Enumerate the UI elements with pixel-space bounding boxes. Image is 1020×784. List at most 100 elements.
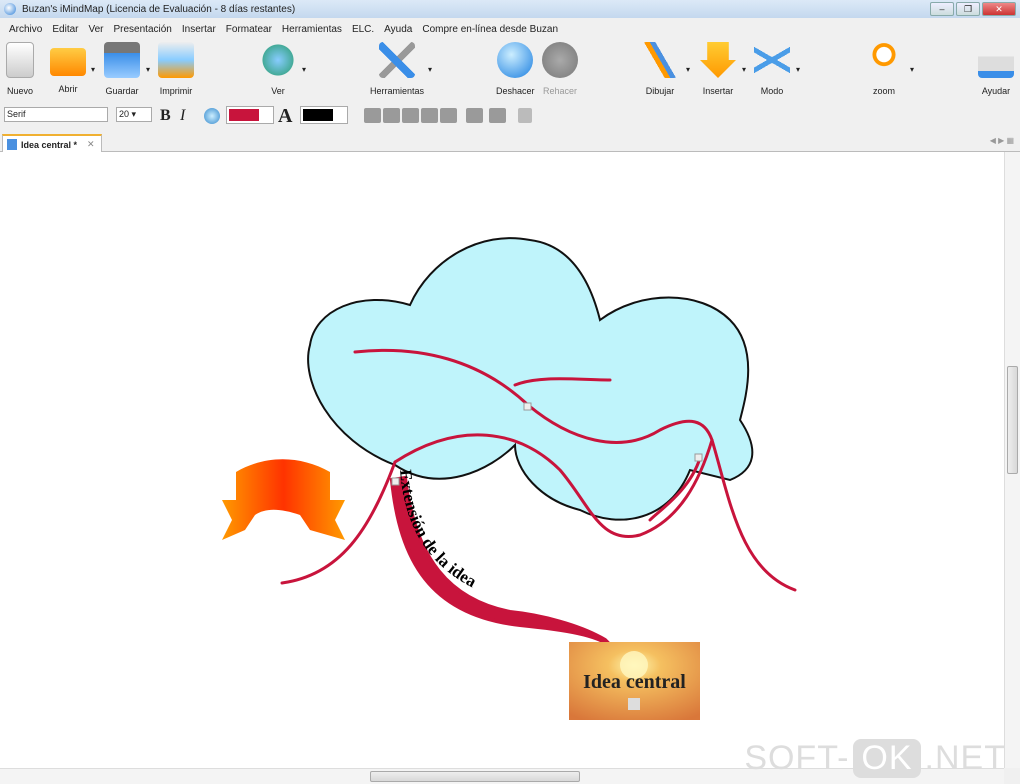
menu-archivo[interactable]: Archivo xyxy=(4,24,47,35)
close-button[interactable]: ✕ xyxy=(982,2,1016,16)
menu-formatear[interactable]: Formatear xyxy=(221,24,277,35)
menu-herramientas[interactable]: Herramientas xyxy=(277,24,347,35)
open-dropdown[interactable]: ▾ xyxy=(91,65,95,74)
tools-label: Herramientas xyxy=(370,86,425,96)
tab-nav-icons[interactable]: ◀ ▶ ▦ xyxy=(990,136,1014,145)
print-button[interactable]: Imprimir xyxy=(158,42,194,96)
menu-bar: Archivo Editar Ver Presentación Insertar… xyxy=(0,20,563,38)
new-button[interactable]: Nuevo xyxy=(6,42,34,96)
document-icon xyxy=(6,42,34,78)
vertical-scrollbar[interactable] xyxy=(1004,152,1020,768)
link-icon[interactable] xyxy=(518,108,532,123)
tools-dropdown[interactable]: ▾ xyxy=(428,65,432,74)
zoom-dropdown[interactable]: ▾ xyxy=(910,65,914,74)
bold-button[interactable]: B xyxy=(160,107,171,125)
italic-button[interactable]: I xyxy=(180,107,185,125)
mode-button[interactable]: Modo xyxy=(754,42,790,96)
font-value: Serif xyxy=(7,109,26,119)
mindmap-canvas[interactable]: Extensión de la idea Idea central xyxy=(0,152,1004,768)
banner-image xyxy=(222,459,345,540)
book-icon xyxy=(978,42,1014,78)
tab-close-icon[interactable]: ✕ xyxy=(87,139,95,150)
help-button[interactable]: Ayudar xyxy=(978,42,1014,96)
open-label: Abrir xyxy=(58,84,78,94)
mode-dropdown[interactable]: ▾ xyxy=(796,65,800,74)
floppy-icon xyxy=(104,42,140,78)
horizontal-scroll-thumb[interactable] xyxy=(370,771,580,782)
insert-button[interactable]: Insertar xyxy=(700,42,736,96)
minimize-button[interactable]: – xyxy=(930,2,954,16)
branch-handle[interactable] xyxy=(523,402,532,411)
font-size-select[interactable]: 20 ▾ xyxy=(116,107,152,122)
draw-button[interactable]: Dibujar xyxy=(642,42,678,96)
text-color-picker[interactable] xyxy=(300,106,348,124)
view-button[interactable]: Ver xyxy=(260,42,296,96)
printer-icon xyxy=(158,42,194,78)
menu-ver[interactable]: Ver xyxy=(83,24,108,35)
undo-button[interactable]: Deshacer xyxy=(496,42,535,96)
align-button-3[interactable] xyxy=(402,108,419,123)
cloud-boundary xyxy=(307,237,754,521)
menu-ayuda[interactable]: Ayuda xyxy=(379,24,417,35)
watermark-part: OK xyxy=(853,739,921,778)
redo-label: Rehacer xyxy=(542,86,578,96)
open-button[interactable]: Abrir xyxy=(50,42,86,94)
save-button[interactable]: Guardar xyxy=(104,42,140,96)
branch-handle[interactable] xyxy=(391,477,400,486)
print-label: Imprimir xyxy=(159,86,193,96)
wrench-screwdriver-icon xyxy=(379,42,415,78)
font-size-value: 20 xyxy=(119,109,130,119)
menu-presentacion[interactable]: Presentación xyxy=(109,24,177,35)
menu-editar[interactable]: Editar xyxy=(47,24,83,35)
watermark-part: .NET xyxy=(924,739,1006,777)
format-toolbar: Serif 20 ▾ B I A xyxy=(0,104,1020,128)
redo-button[interactable]: Rehacer xyxy=(542,42,578,96)
insert-dropdown[interactable]: ▾ xyxy=(742,65,746,74)
menu-insertar[interactable]: Insertar xyxy=(177,24,221,35)
tab-bar: Idea central * ✕ ◀ ▶ ▦ xyxy=(0,132,1020,153)
fill-color-picker[interactable] xyxy=(226,106,274,124)
view-dropdown[interactable]: ▾ xyxy=(302,65,306,74)
folder-icon xyxy=(50,48,86,76)
undo-icon xyxy=(497,42,534,78)
central-idea-label[interactable]: Idea central xyxy=(569,671,700,694)
draw-dropdown[interactable]: ▾ xyxy=(686,65,690,74)
insert-label: Insertar xyxy=(702,86,734,96)
font-select[interactable]: Serif xyxy=(4,107,108,122)
fill-color-swatch xyxy=(229,109,259,121)
text-color-swatch xyxy=(303,109,333,121)
redo-icon xyxy=(542,42,578,78)
title-bar: Buzan's iMindMap (Licencia de Evaluación… xyxy=(0,0,1020,18)
tools-button[interactable]: Herramientas xyxy=(370,42,424,96)
lightbulb-base xyxy=(628,698,640,710)
zoom-label: zoom xyxy=(872,86,895,96)
help-label: Ayudar xyxy=(981,86,1011,96)
zoom-button[interactable]: zoom xyxy=(866,42,902,96)
main-toolbar: Nuevo Abrir ▾ Guardar ▾ Imprimir Ver ▾ H… xyxy=(0,40,1020,100)
save-dropdown[interactable]: ▾ xyxy=(146,65,150,74)
insert-arrow-icon xyxy=(700,42,736,78)
tab-idea-central[interactable]: Idea central * ✕ xyxy=(2,134,102,153)
save-label: Guardar xyxy=(105,86,139,96)
pen-icon xyxy=(642,42,678,78)
fill-color-icon[interactable] xyxy=(204,108,220,124)
branches-icon xyxy=(754,42,790,78)
align-button-4[interactable] xyxy=(421,108,438,123)
zoom-icon xyxy=(866,42,902,78)
undo-label: Deshacer xyxy=(496,86,535,96)
bring-front-button[interactable] xyxy=(466,108,483,123)
send-back-button[interactable] xyxy=(489,108,506,123)
align-button-1[interactable] xyxy=(364,108,381,123)
align-button-5[interactable] xyxy=(440,108,457,123)
menu-elc[interactable]: ELC. xyxy=(347,24,379,35)
mode-label: Modo xyxy=(760,86,784,96)
align-button-2[interactable] xyxy=(383,108,400,123)
vertical-scroll-thumb[interactable] xyxy=(1007,366,1018,474)
watermark-part: SOFT- xyxy=(744,739,850,777)
tab-label: Idea central * xyxy=(21,139,78,150)
menu-comprar[interactable]: Compre en-línea desde Buzan xyxy=(417,24,563,35)
branch-handle[interactable] xyxy=(694,453,703,462)
text-color-icon[interactable]: A xyxy=(278,105,292,128)
maximize-button[interactable]: ❐ xyxy=(956,2,980,16)
new-label: Nuevo xyxy=(6,86,33,96)
